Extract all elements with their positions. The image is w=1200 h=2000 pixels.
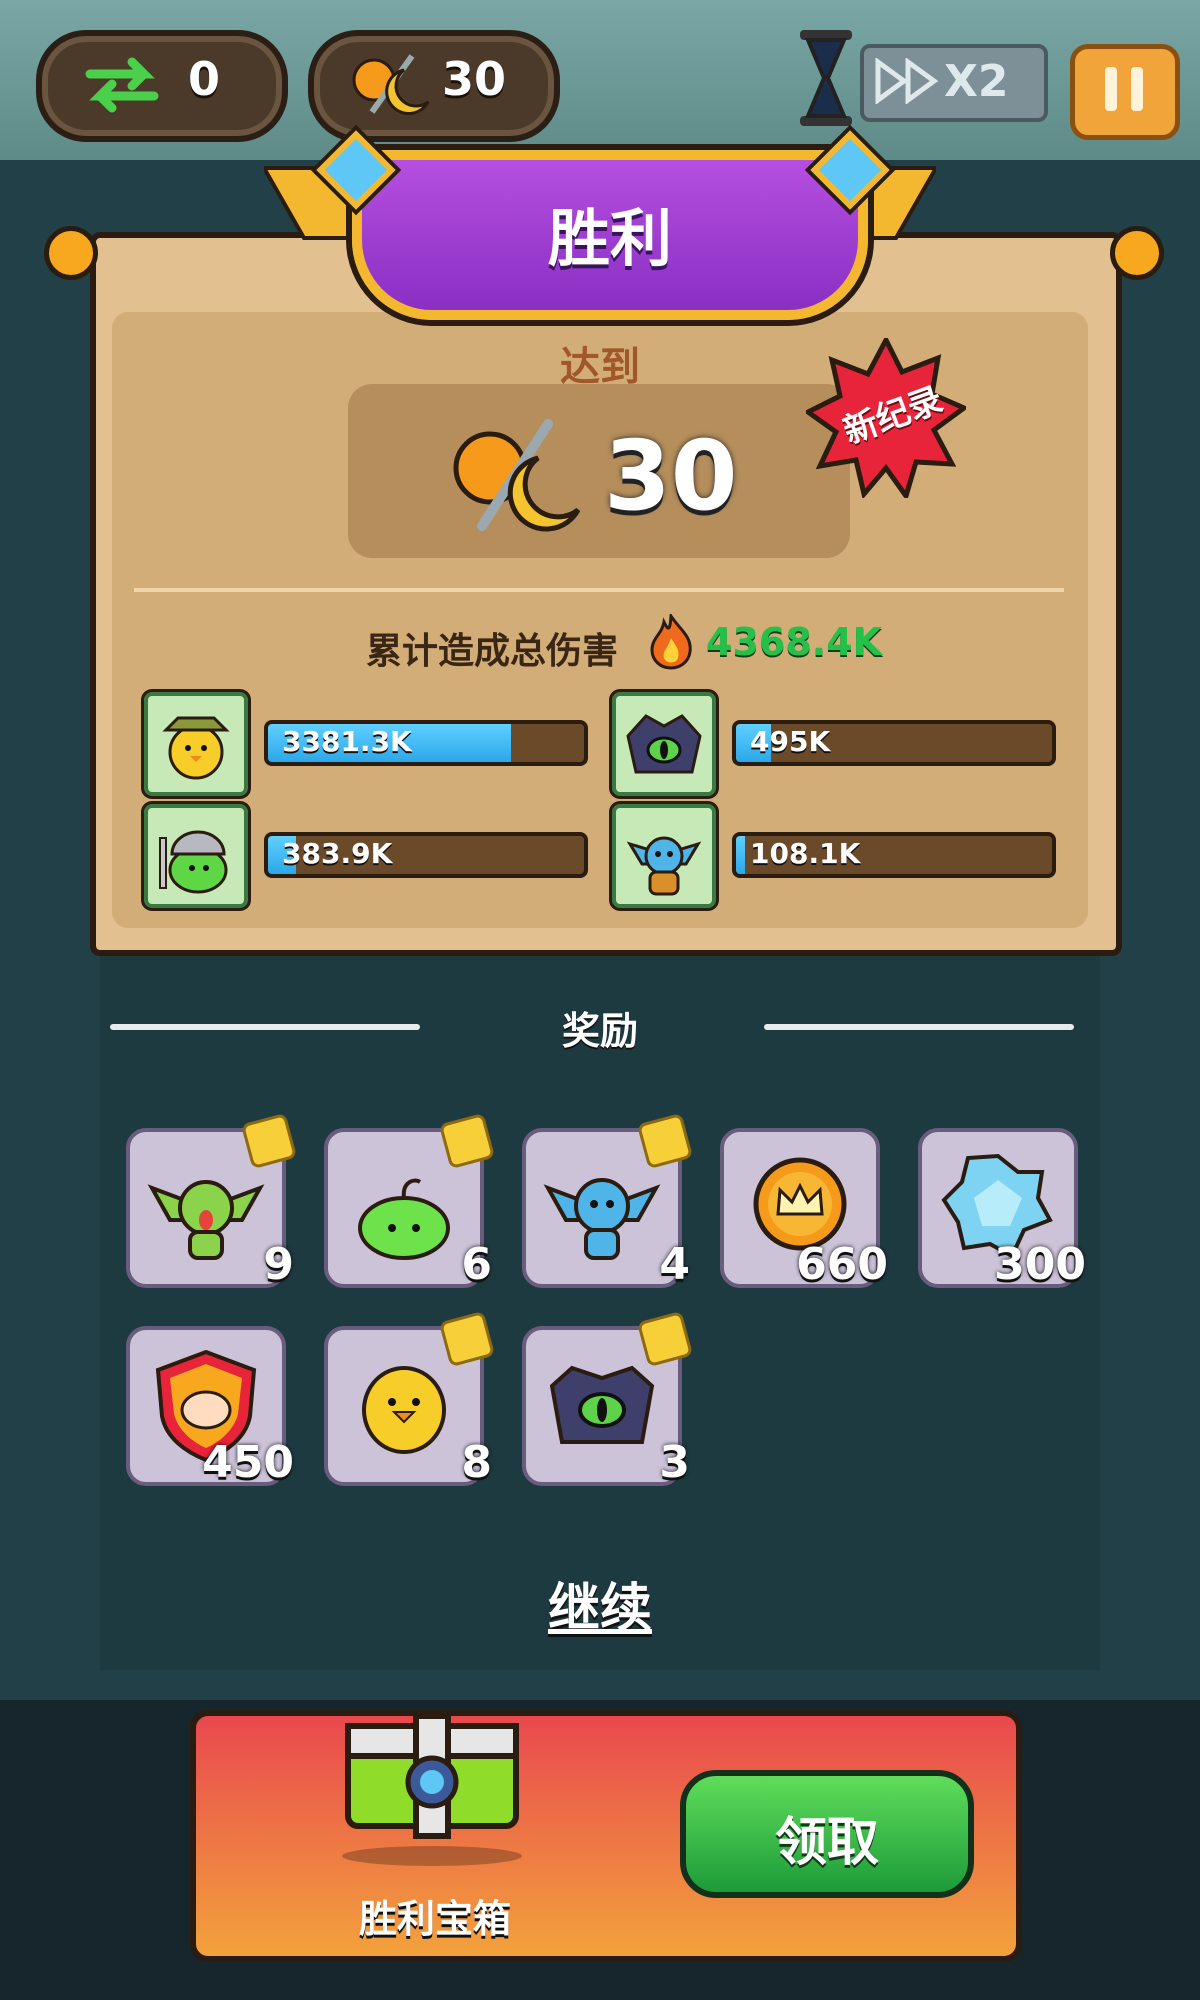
hero-portrait-1 — [144, 692, 248, 796]
pause-button[interactable] — [1070, 44, 1180, 140]
hero-portrait-3 — [144, 804, 248, 908]
panel-left-knob — [44, 226, 98, 280]
day-night-icon — [453, 419, 581, 532]
hero-damage-value: 108.1K — [750, 837, 861, 870]
day-night-icon — [352, 54, 430, 115]
victory-chest-label: 胜利宝箱 — [358, 1897, 511, 1941]
green-goblin-icon — [147, 1180, 265, 1260]
blue-goblin-mage-icon — [626, 836, 702, 896]
score-box — [348, 384, 850, 558]
victory-chest-icon — [342, 1713, 522, 1866]
total-damage-value: 4368.4K — [706, 620, 883, 664]
reward-quantity: 6 — [461, 1239, 492, 1290]
hero-damage-value: 3381.3K — [282, 725, 412, 758]
blue-goblin-icon — [543, 1178, 661, 1260]
reward-quantity: 300 — [994, 1239, 1086, 1290]
reward-quantity: 4 — [659, 1239, 690, 1290]
pause-icon — [1105, 67, 1117, 111]
wave-counter: 30 — [308, 30, 560, 142]
hero-damage-value: 495K — [750, 725, 831, 758]
reward-quantity: 450 — [202, 1437, 294, 1488]
green-slime-icon — [358, 1178, 450, 1260]
hero-portrait-2 — [612, 692, 716, 796]
hero-portrait-4 — [612, 804, 716, 908]
reward-card[interactable]: 450 — [126, 1326, 294, 1488]
yellow-chick-icon — [362, 1366, 446, 1454]
rewards-right-line — [764, 1024, 1074, 1030]
swap-counter: 0 — [36, 30, 288, 142]
hero-damage-bar-1: 3381.3K — [264, 720, 588, 766]
speed-toggle-button[interactable]: X2 — [860, 44, 1048, 122]
victory-title: 胜利 — [547, 202, 672, 275]
reward-quantity: 3 — [659, 1437, 690, 1488]
fire-icon — [650, 614, 692, 670]
damage-fill — [736, 836, 746, 874]
rewards-title: 奖励 — [561, 1009, 638, 1053]
dark-eye-demon-icon — [626, 714, 702, 774]
reward-card[interactable]: 3 — [522, 1310, 694, 1488]
hero-damage-bar-3: 383.9K — [264, 832, 588, 878]
fast-forward-icon — [875, 58, 939, 104]
swap-count: 0 — [188, 52, 221, 106]
reward-card[interactable]: 6 — [324, 1112, 496, 1290]
hero-damage-value: 383.9K — [282, 837, 393, 870]
reward-quantity: 660 — [796, 1239, 888, 1290]
reward-card[interactable]: 660 — [720, 1128, 888, 1290]
reward-quantity: 9 — [263, 1239, 294, 1290]
claim-button-label[interactable]: 领取 — [680, 1800, 974, 1875]
yellow-duck-ranger-icon — [162, 716, 230, 780]
panel-right-knob — [1110, 226, 1164, 280]
continue-button[interactable]: 继续 — [500, 1566, 700, 1641]
hero-damage-bar-4: 108.1K — [732, 832, 1056, 878]
reward-card[interactable]: 8 — [324, 1310, 496, 1488]
reward-card[interactable]: 4 — [522, 1112, 694, 1290]
swap-arrows-icon — [85, 57, 159, 113]
dark-eye-demon-icon — [549, 1365, 655, 1444]
rewards-left-line — [110, 1024, 420, 1030]
speed-label: X2 — [944, 56, 1009, 107]
score-value: 30 — [604, 420, 738, 532]
hourglass-icon — [800, 30, 852, 126]
total-damage-label: 累计造成总伤害 — [366, 631, 619, 672]
hero-damage-bar-2: 495K — [732, 720, 1056, 766]
wave-count: 30 — [442, 52, 507, 106]
green-slime-viking-icon — [159, 830, 228, 894]
reward-card[interactable]: 9 — [126, 1112, 298, 1290]
reward-card[interactable]: 300 — [918, 1128, 1086, 1290]
panel-divider — [134, 588, 1064, 592]
reward-quantity: 8 — [461, 1437, 492, 1488]
